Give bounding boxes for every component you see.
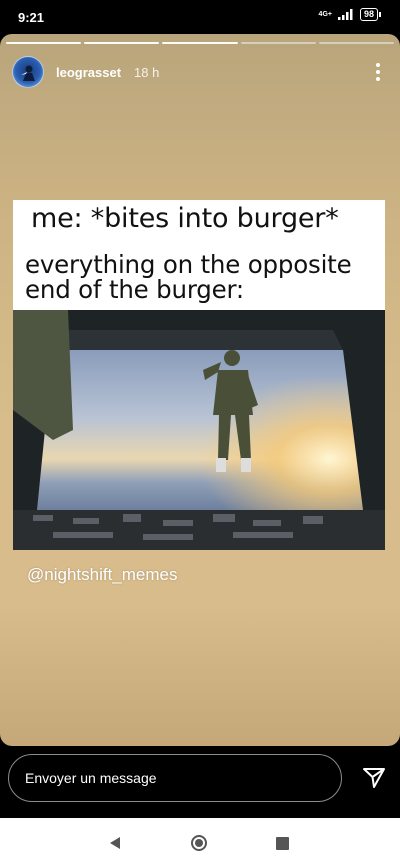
meme-image: me: *bites into burger* everything on th…	[13, 200, 385, 550]
message-input[interactable]: Envoyer un message	[8, 754, 342, 802]
story-progress-segment	[318, 42, 395, 44]
story-progress-segment	[84, 42, 160, 44]
message-bar: Envoyer un message	[0, 746, 400, 818]
story-progress-segment	[162, 42, 238, 44]
nav-recents-icon[interactable]	[276, 837, 289, 850]
status-icons: 4G+ 98	[318, 8, 382, 21]
meme-photo	[13, 310, 385, 550]
signal-icon	[337, 9, 353, 20]
nav-home-icon[interactable]	[190, 834, 208, 852]
story-mention[interactable]: @nightshift_memes	[27, 565, 178, 585]
network-type-label: 4G+	[318, 11, 332, 18]
avatar[interactable]	[12, 56, 44, 88]
send-icon[interactable]	[362, 766, 386, 790]
avatar-figure-icon	[21, 65, 35, 81]
story-username[interactable]: leograsset	[56, 65, 121, 80]
meme-caption-bottom: everything on the opposite end of the bu…	[25, 250, 352, 304]
status-bar: 9:21 4G+ 98	[0, 0, 400, 34]
status-time: 9:21	[18, 10, 45, 25]
story-progress-segment	[6, 42, 82, 44]
system-nav-bar	[0, 818, 400, 868]
story-panel[interactable]: leograsset 18 h me: *bites into burger* …	[0, 34, 400, 746]
battery-icon: 98	[359, 8, 382, 21]
story-header: leograsset 18 h	[12, 54, 388, 88]
meme-caption-top: me: *bites into burger*	[31, 203, 339, 234]
nav-back-icon[interactable]	[108, 836, 122, 850]
story-progress-segment	[240, 42, 316, 44]
story-time-ago: 18 h	[134, 65, 160, 80]
more-vertical-icon[interactable]	[368, 60, 388, 84]
story-progress	[6, 42, 395, 44]
